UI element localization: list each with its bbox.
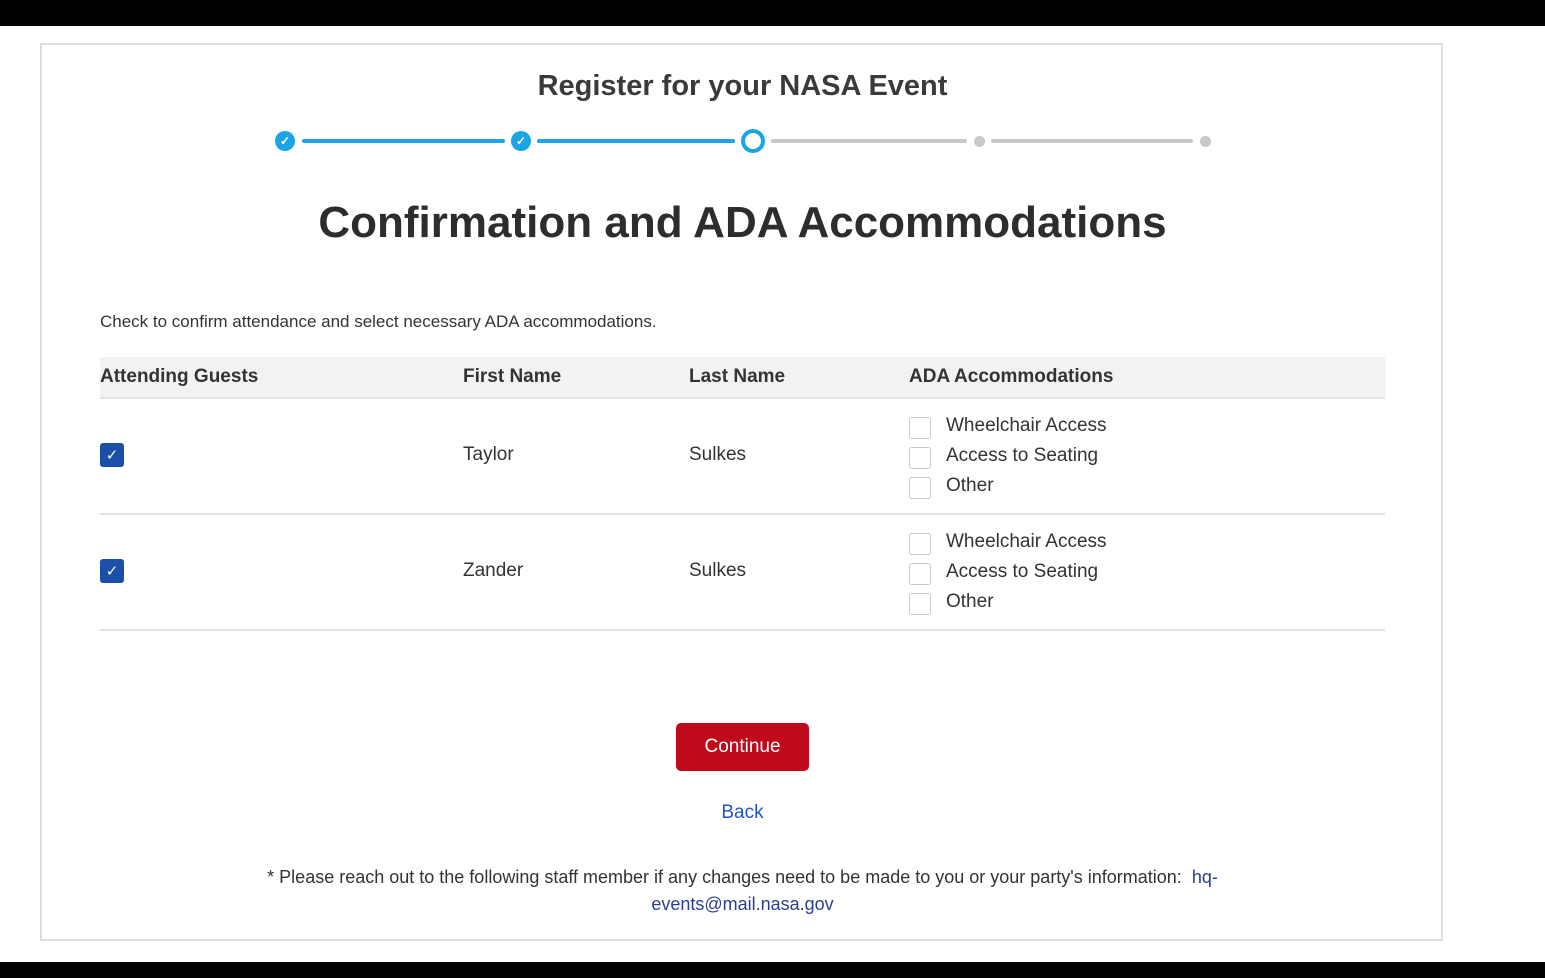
ada-option-label: Wheelchair Access <box>946 415 1107 436</box>
step-connector-3 <box>771 139 967 143</box>
ada-checkbox[interactable] <box>909 533 931 555</box>
checkmark-icon: ✓ <box>279 134 291 148</box>
ada-checkbox[interactable] <box>909 563 931 585</box>
step-connector-2 <box>537 139 735 143</box>
footer-note-text: * Please reach out to the following staf… <box>267 867 1182 887</box>
ada-checkbox[interactable] <box>909 447 931 469</box>
ada-checkbox[interactable] <box>909 417 931 439</box>
ada-option-label: Wheelchair Access <box>946 531 1107 552</box>
guests-table-header: Attending Guests First Name Last Name AD… <box>100 357 1385 399</box>
step-connector-4 <box>991 139 1193 143</box>
step-5-upcoming <box>1200 136 1211 147</box>
back-link[interactable]: Back <box>0 802 1485 824</box>
ada-option-label: Other <box>946 475 994 496</box>
table-row: ✓ Taylor Sulkes Wheelchair Access Access… <box>100 399 1385 515</box>
last-name-cell: Sulkes <box>689 560 747 581</box>
last-name-cell: Sulkes <box>689 444 747 465</box>
attending-checkbox[interactable]: ✓ <box>100 443 124 467</box>
checkmark-icon: ✓ <box>515 134 527 148</box>
ada-checkbox[interactable] <box>909 477 931 499</box>
table-row: ✓ Zander Sulkes Wheelchair Access Access… <box>100 515 1385 631</box>
step-2-completed: ✓ <box>511 131 531 151</box>
checkmark-icon: ✓ <box>105 562 119 580</box>
step-4-upcoming <box>974 136 985 147</box>
step-connector-1 <box>302 139 505 143</box>
instructions-text: Check to confirm attendance and select n… <box>100 312 657 331</box>
header-ada-accommodations: ADA Accommodations <box>909 366 1114 387</box>
ada-option-label: Other <box>946 591 994 612</box>
event-title: Register for your NASA Event <box>537 70 948 102</box>
ada-option-label: Access to Seating <box>946 561 1099 582</box>
bottom-black-bar <box>0 962 1545 978</box>
first-name-cell: Zander <box>463 560 524 581</box>
section-title: Confirmation and ADA Accommodations <box>318 198 1167 247</box>
ada-checkbox[interactable] <box>909 593 931 615</box>
top-black-bar <box>0 0 1545 26</box>
back-link-label[interactable]: Back <box>721 802 763 823</box>
ada-option-label: Access to Seating <box>946 445 1099 466</box>
step-3-current <box>741 129 765 153</box>
continue-button[interactable]: Continue <box>676 723 809 771</box>
first-name-cell: Taylor <box>463 444 514 465</box>
step-1-completed: ✓ <box>275 131 295 151</box>
header-attending-guests: Attending Guests <box>100 366 259 387</box>
footer-note: * Please reach out to the following staf… <box>260 864 1225 918</box>
checkmark-icon: ✓ <box>105 446 119 464</box>
header-first-name: First Name <box>463 366 562 387</box>
header-last-name: Last Name <box>689 366 786 387</box>
attending-checkbox[interactable]: ✓ <box>100 559 124 583</box>
